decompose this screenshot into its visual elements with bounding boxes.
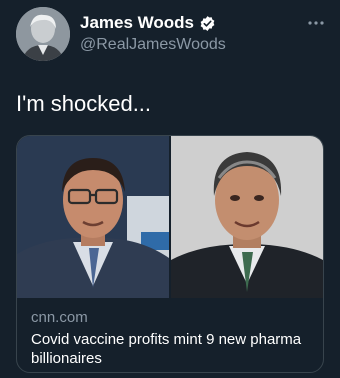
tweet-header: James Woods @RealJamesWoods (16, 7, 326, 63)
card-headline[interactable]: Covid vaccine profits mint 9 new pharma … (31, 330, 311, 368)
card-domain: cnn.com (31, 309, 88, 326)
verified-badge-icon (199, 15, 216, 32)
left-photo (17, 136, 169, 298)
card-photos (17, 136, 323, 298)
avatar[interactable] (16, 7, 70, 61)
author-name[interactable]: James Woods (80, 13, 194, 33)
right-photo (171, 136, 323, 298)
tweet-text: I'm shocked... (16, 91, 152, 116)
author-handle[interactable]: @RealJamesWoods (80, 36, 226, 54)
link-card[interactable]: cnn.com Covid vaccine profits mint 9 new… (16, 135, 324, 373)
more-options-icon[interactable] (306, 15, 326, 25)
card-body: cnn.com Covid vaccine profits mint 9 new… (31, 309, 311, 368)
